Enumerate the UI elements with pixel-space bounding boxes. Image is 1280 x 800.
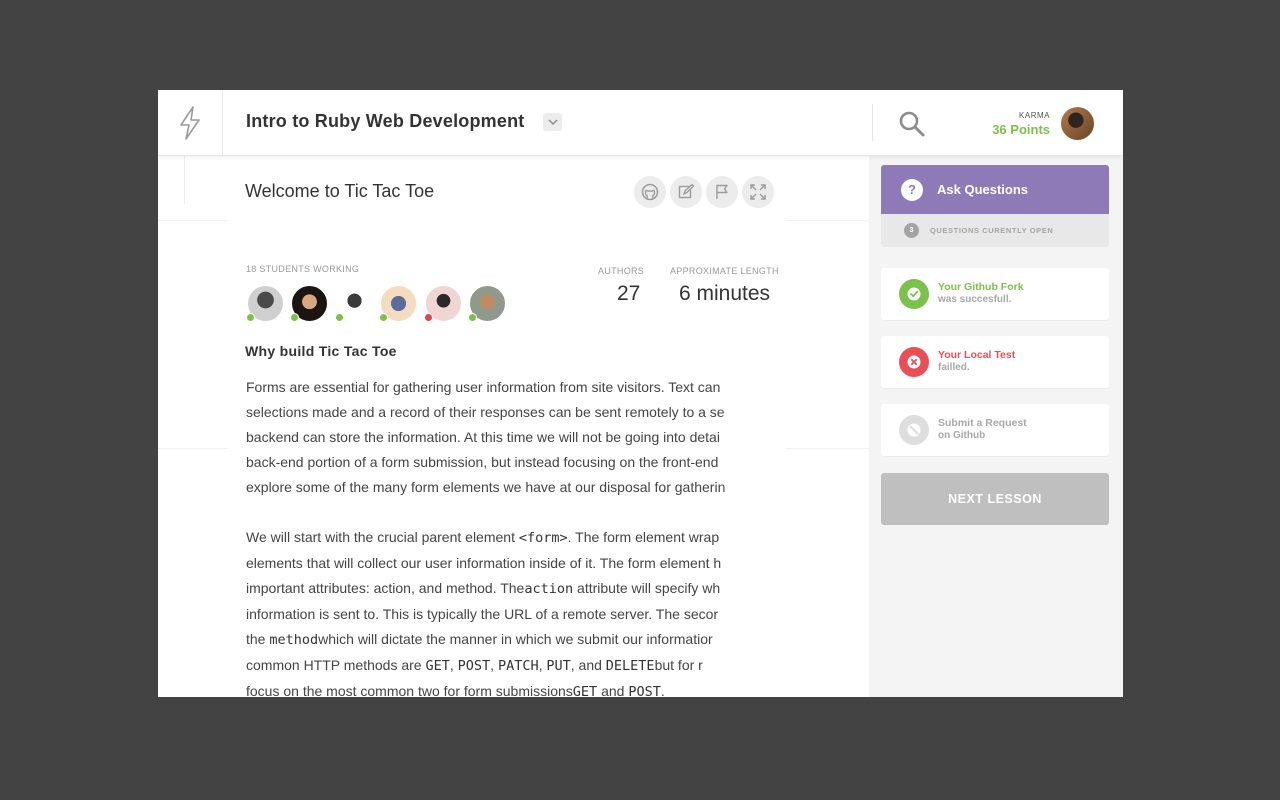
- github-fork-status: Your Github Fork was succesfull.: [881, 268, 1109, 320]
- students-working-label: 18 STUDENTS WORKING: [246, 264, 360, 274]
- next-lesson-button[interactable]: NEXT LESSON: [881, 473, 1109, 525]
- lightning-bolt-icon: [180, 106, 200, 140]
- paragraph-line: focus on the most common two for form su…: [246, 683, 665, 697]
- karma-label: KARMA: [1019, 111, 1050, 120]
- fullscreen-icon: [750, 184, 766, 200]
- paragraph-line: information is sent to. This is typicall…: [246, 606, 719, 622]
- online-status-dot: [335, 313, 344, 322]
- ask-questions-button[interactable]: ? Ask Questions: [881, 165, 1109, 214]
- text-fade-overlay: [718, 376, 778, 697]
- paragraph-line: explore some of the many form elements w…: [246, 479, 726, 495]
- approx-length-value: 6 minutes: [679, 282, 771, 305]
- ask-questions-label: Ask Questions: [937, 182, 1029, 197]
- status-title: Your Github Fork: [938, 281, 1024, 293]
- lesson-main: Welcome to Tic Tac Toe 18 STUDENTS WORKI…: [158, 156, 869, 697]
- course-dropdown-button[interactable]: [543, 113, 562, 131]
- status-title: Submit a Request: [938, 417, 1027, 429]
- open-questions-row[interactable]: 3 QUESTIONS CURENTLY OPEN: [881, 214, 1109, 247]
- app-window: Intro to Ruby Web Development KARMA 36 P…: [158, 90, 1123, 697]
- flag-button[interactable]: [706, 176, 738, 208]
- course-title[interactable]: Intro to Ruby Web Development: [246, 111, 524, 132]
- open-questions-count: 3: [904, 223, 919, 238]
- fullscreen-button[interactable]: [742, 176, 774, 208]
- paragraph-form: We will start with the crucial parent el…: [246, 525, 764, 697]
- authors-value: 27: [617, 282, 641, 305]
- paragraph-line: elements that will collect our user info…: [246, 555, 722, 571]
- paragraph-line: important attributes: action, and method…: [246, 580, 721, 597]
- chevron-down-icon: [548, 119, 557, 125]
- paragraph-line: selections made and a record of their re…: [246, 404, 725, 420]
- paragraph-intro: Forms are essential for gathering user i…: [246, 375, 764, 500]
- github-button[interactable]: [634, 176, 666, 208]
- question-mark-icon: ?: [901, 178, 923, 201]
- search-icon: [899, 111, 925, 137]
- paragraph-line: the methodwhich will dictate the manner …: [246, 631, 713, 648]
- inline-code: action: [524, 581, 574, 597]
- inline-code: <form>: [518, 530, 568, 546]
- inline-code: method: [269, 632, 319, 648]
- top-header: Intro to Ruby Web Development KARMA 36 P…: [158, 90, 1123, 156]
- status-subtitle: on Github: [938, 430, 986, 441]
- status-subtitle: was succesfull.: [938, 294, 1012, 305]
- karma-points: 36 Points: [992, 122, 1050, 137]
- error-icon: [899, 347, 929, 377]
- online-status-dot: [468, 313, 477, 322]
- edit-button[interactable]: [670, 176, 702, 208]
- flag-icon: [716, 184, 728, 199]
- open-questions-label: QUESTIONS CURENTLY OPEN: [930, 226, 1054, 235]
- approx-length-label: APPROXIMATE LENGTH: [670, 266, 779, 276]
- status-title: Your Local Test: [938, 349, 1016, 361]
- authors-label: AUTHORS: [598, 266, 645, 276]
- divider: [184, 156, 185, 204]
- logo[interactable]: [158, 90, 223, 156]
- status-subtitle: failled.: [938, 362, 970, 373]
- lesson-sidebar: ? Ask Questions 3 QUESTIONS CURENTLY OPE…: [869, 156, 1123, 697]
- search-button[interactable]: [898, 110, 926, 138]
- online-status-dot: [290, 313, 299, 322]
- github-icon: [641, 183, 659, 201]
- paragraph-line: back-end portion of a form submission, b…: [246, 454, 719, 470]
- local-test-status: Your Local Test failled.: [881, 336, 1109, 388]
- ask-questions-card[interactable]: ? Ask Questions 3 QUESTIONS CURENTLY OPE…: [881, 165, 1109, 247]
- paragraph-line: We will start with the crucial parent el…: [246, 529, 720, 546]
- online-status-dot: [246, 313, 255, 322]
- submit-request-status[interactable]: Submit a Request on Github: [881, 404, 1109, 456]
- check-icon: [899, 279, 929, 309]
- busy-status-dot: [424, 313, 433, 322]
- blocked-icon: [899, 415, 929, 445]
- user-avatar[interactable]: [1061, 107, 1094, 140]
- online-status-dot: [379, 313, 388, 322]
- header-divider: [872, 104, 873, 141]
- edit-icon: [678, 183, 695, 199]
- paragraph-line: Forms are essential for gathering user i…: [246, 379, 721, 395]
- section-heading: Why build Tic Tac Toe: [245, 343, 397, 359]
- lesson-title: Welcome to Tic Tac Toe: [245, 181, 435, 201]
- paragraph-line: common HTTP methods are GET, POST, PATCH…: [246, 657, 703, 674]
- paragraph-line: backend can store the information. At th…: [246, 429, 720, 445]
